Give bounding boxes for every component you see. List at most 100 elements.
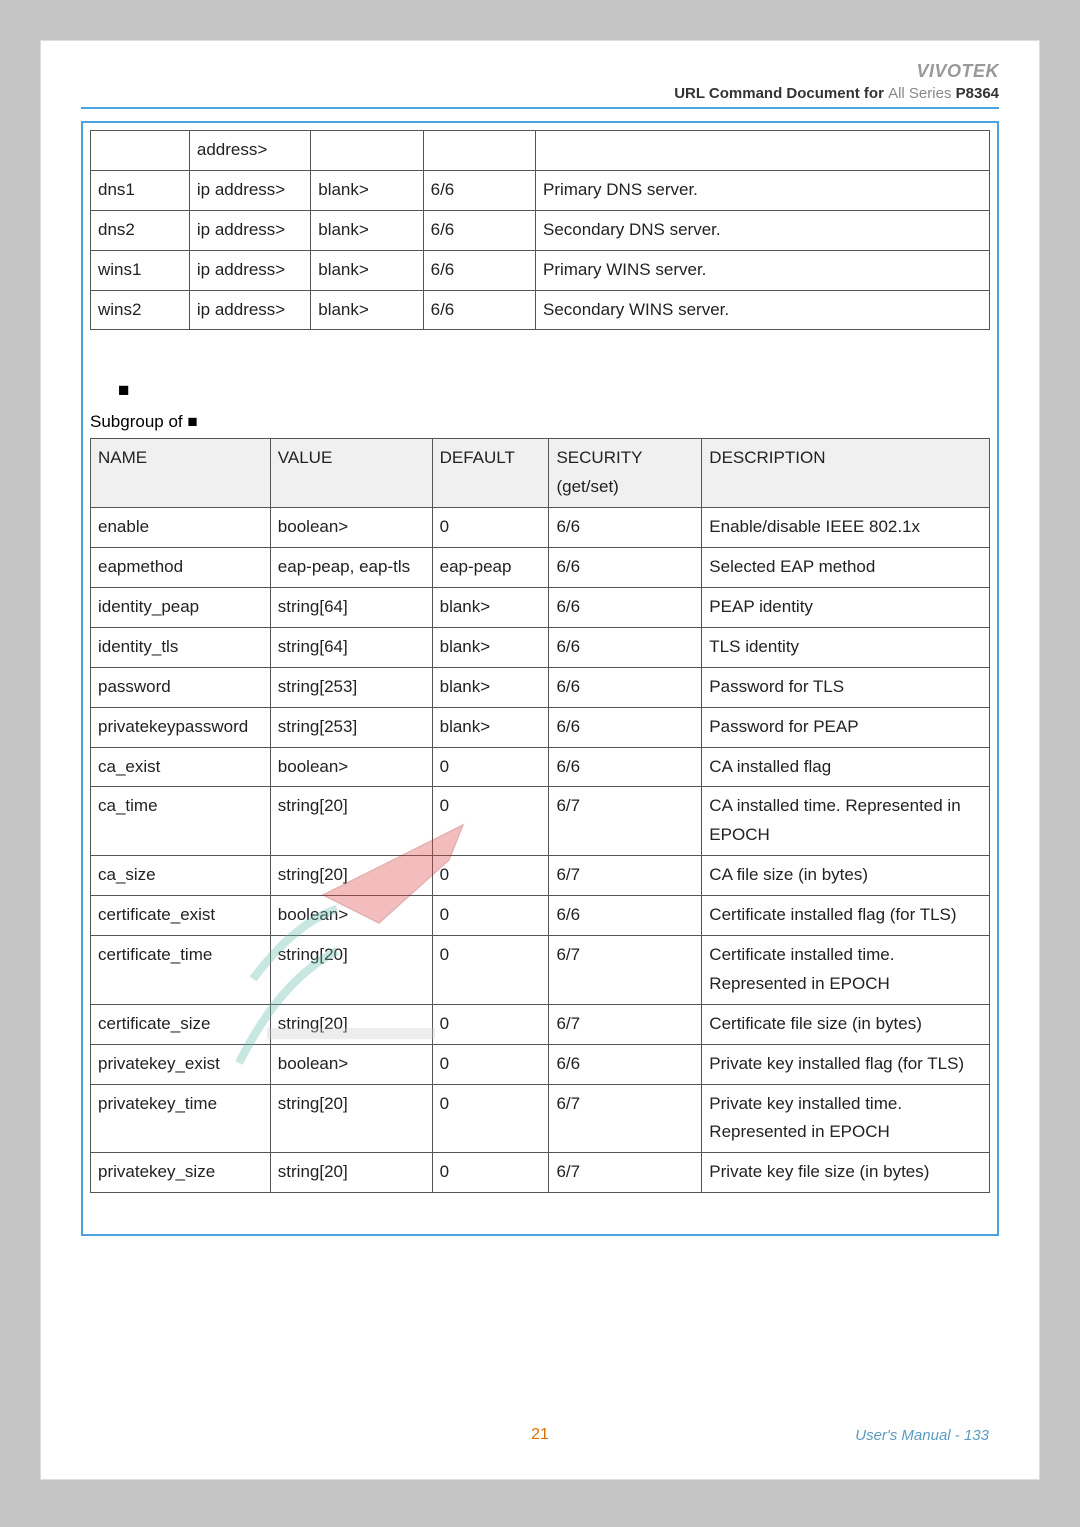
- content: address>dns1ip address>blank>6/6Primary …: [84, 124, 996, 1233]
- table-header-row: NAME VALUE DEFAULT SECURITY (get/set) DE…: [91, 439, 990, 508]
- cell-description: Primary WINS server.: [535, 250, 989, 290]
- cell-default: 0: [432, 1153, 549, 1193]
- table-row: identity_tlsstring[64]blank>6/6TLS ident…: [91, 627, 990, 667]
- cell-value: ip address>: [189, 250, 310, 290]
- cell-value: string[64]: [270, 627, 432, 667]
- cell-description: Enable/disable IEEE 802.1x: [702, 508, 990, 548]
- table-row: dns1ip address>blank>6/6Primary DNS serv…: [91, 170, 990, 210]
- cell-security: 6/6: [549, 1044, 702, 1084]
- cell-security: [423, 131, 535, 171]
- cell-name: identity_tls: [91, 627, 271, 667]
- table-row: ca_existboolean>06/6CA installed flag: [91, 747, 990, 787]
- cell-security: 6/7: [549, 1084, 702, 1153]
- brand-label: VIVOTEK: [916, 61, 999, 81]
- subgroup-icon: ■: [187, 412, 197, 431]
- cell-default: blank>: [311, 290, 423, 330]
- cell-value: string[20]: [270, 1153, 432, 1193]
- cell-description: Password for TLS: [702, 667, 990, 707]
- table-row: wins1ip address>blank>6/6Primary WINS se…: [91, 250, 990, 290]
- table-row: wins2ip address>blank>6/6Secondary WINS …: [91, 290, 990, 330]
- cell-security: 6/6: [549, 508, 702, 548]
- cell-default: eap-peap: [432, 548, 549, 588]
- cell-default: [311, 131, 423, 171]
- table-row: passwordstring[253]blank>6/6Password for…: [91, 667, 990, 707]
- cell-default: blank>: [432, 707, 549, 747]
- cell-name: ca_exist: [91, 747, 271, 787]
- cell-security: 6/6: [549, 548, 702, 588]
- doc-title: URL Command Document for All Series P836…: [674, 85, 999, 102]
- cell-description: CA file size (in bytes): [702, 856, 990, 896]
- cell-description: Private key installed flag (for TLS): [702, 1044, 990, 1084]
- cell-security: 6/7: [549, 856, 702, 896]
- doc-title-series: All Series: [888, 85, 951, 102]
- cell-name: dns2: [91, 210, 190, 250]
- cell-security: 6/6: [423, 170, 535, 210]
- cell-default: 0: [432, 747, 549, 787]
- cell-description: CA installed time. Represented in EPOCH: [702, 787, 990, 856]
- subgroup-text: Subgroup of: [90, 412, 187, 431]
- cell-description: [535, 131, 989, 171]
- page: VIVOTEK URL Command Document for All Ser…: [40, 40, 1040, 1480]
- table-row: address>: [91, 131, 990, 171]
- th-value: VALUE: [270, 439, 432, 508]
- cell-name: privatekeypassword: [91, 707, 271, 747]
- cell-value: string[253]: [270, 667, 432, 707]
- cell-description: Password for PEAP: [702, 707, 990, 747]
- cell-description: CA installed flag: [702, 747, 990, 787]
- cell-description: Secondary DNS server.: [535, 210, 989, 250]
- cell-default: blank>: [432, 588, 549, 628]
- cell-value: ip address>: [189, 210, 310, 250]
- cell-default: blank>: [311, 210, 423, 250]
- th-default: DEFAULT: [432, 439, 549, 508]
- cell-name: wins1: [91, 250, 190, 290]
- cell-security: 6/7: [549, 1153, 702, 1193]
- parameters-table-1: address>dns1ip address>blank>6/6Primary …: [90, 130, 990, 330]
- cell-value: string[20]: [270, 1084, 432, 1153]
- section-marker: ■: [118, 380, 990, 402]
- table-row: enableboolean>06/6Enable/disable IEEE 80…: [91, 508, 990, 548]
- cell-description: Private key installed time. Represented …: [702, 1084, 990, 1153]
- cell-security: 6/7: [549, 936, 702, 1005]
- footer-page-label: User's Manual - 133: [855, 1427, 989, 1444]
- cell-description: Selected EAP method: [702, 548, 990, 588]
- cell-name: dns1: [91, 170, 190, 210]
- cell-security: 6/6: [549, 667, 702, 707]
- cell-default: 0: [432, 508, 549, 548]
- cell-security: 6/6: [423, 210, 535, 250]
- doc-title-model: P8364: [956, 85, 999, 102]
- cell-security: 6/6: [549, 627, 702, 667]
- cell-value: boolean>: [270, 508, 432, 548]
- cell-value: eap-peap, eap-tls: [270, 548, 432, 588]
- cell-name: [91, 131, 190, 171]
- cell-default: blank>: [311, 170, 423, 210]
- table-row: privatekey_timestring[20]06/7Private key…: [91, 1084, 990, 1153]
- cell-security: 6/7: [549, 787, 702, 856]
- content-frame: address>dns1ip address>blank>6/6Primary …: [81, 121, 999, 1236]
- cell-default: blank>: [432, 627, 549, 667]
- cell-description: PEAP identity: [702, 588, 990, 628]
- cell-security: 6/6: [549, 896, 702, 936]
- watermark-icon: [211, 811, 491, 1091]
- cell-description: Certificate installed time. Represented …: [702, 936, 990, 1005]
- page-header: VIVOTEK: [81, 61, 999, 82]
- table-row: privatekey_sizestring[20]06/7Private key…: [91, 1153, 990, 1193]
- th-name: NAME: [91, 439, 271, 508]
- cell-description: Certificate file size (in bytes): [702, 1004, 990, 1044]
- cell-name: eapmethod: [91, 548, 271, 588]
- cell-security: 6/6: [549, 747, 702, 787]
- cell-security: 6/6: [423, 250, 535, 290]
- table-row: dns2ip address>blank>6/6Secondary DNS se…: [91, 210, 990, 250]
- cell-name: privatekey_size: [91, 1153, 271, 1193]
- th-description: DESCRIPTION: [702, 439, 990, 508]
- cell-security: 6/7: [549, 1004, 702, 1044]
- cell-name: password: [91, 667, 271, 707]
- doc-title-row: URL Command Document for All Series P836…: [81, 85, 999, 109]
- cell-name: identity_peap: [91, 588, 271, 628]
- cell-security: 6/6: [549, 588, 702, 628]
- cell-name: wins2: [91, 290, 190, 330]
- cell-name: privatekey_time: [91, 1084, 271, 1153]
- cell-value: ip address>: [189, 290, 310, 330]
- subgroup-label: Subgroup of ■: [90, 412, 990, 432]
- inner-page-number: 21: [531, 1426, 549, 1444]
- cell-name: enable: [91, 508, 271, 548]
